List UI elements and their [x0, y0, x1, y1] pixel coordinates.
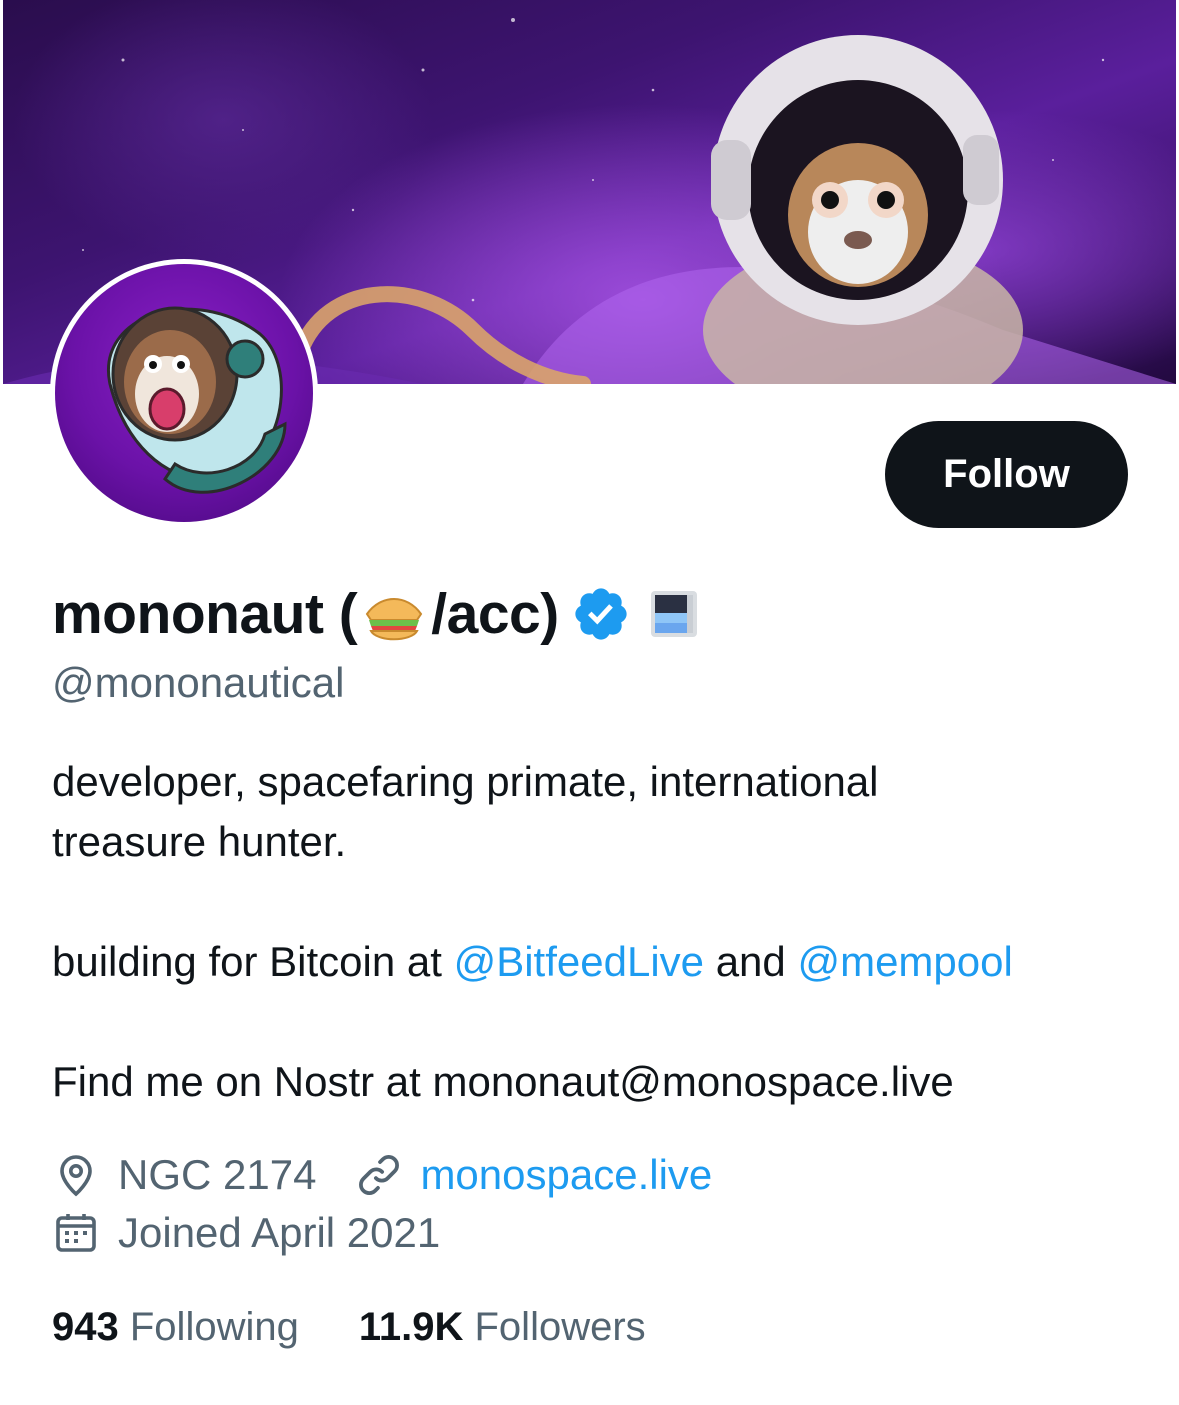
profile-website-link[interactable]: monospace.live	[420, 1151, 712, 1199]
display-name: mononaut ( /acc)	[52, 580, 699, 648]
bio-line-3: Find me on Nostr at mononaut@monospace.l…	[52, 1058, 954, 1105]
affiliate-flag-icon[interactable]	[649, 589, 699, 639]
profile-meta-row-1: NGC 2174 monospace.live	[52, 1150, 712, 1200]
profile-handle: @mononautical	[52, 659, 345, 706]
mention-mempool[interactable]: @mempool	[797, 938, 1012, 985]
mention-bitfeedlive[interactable]: @BitfeedLive	[454, 938, 704, 985]
follow-button[interactable]: Follow	[885, 421, 1128, 528]
bio-line-2: building for Bitcoin at @BitfeedLive and…	[52, 932, 1132, 992]
calendar-icon	[56, 1214, 96, 1252]
profile-bio: developer, spacefaring primate, internat…	[52, 752, 1132, 1112]
bio-line-1: developer, spacefaring primate, internat…	[52, 758, 879, 865]
followers-link[interactable]: 11.9K Followers	[359, 1305, 646, 1350]
location-pin-icon	[60, 1155, 92, 1197]
profile-location: NGC 2174	[118, 1151, 317, 1198]
link-icon	[359, 1155, 400, 1195]
sandwich-emoji-icon	[366, 598, 423, 641]
followers-count: 11.9K	[358, 1305, 464, 1349]
avatar-image	[55, 264, 313, 522]
profile-meta-row-2: Joined April 2021	[52, 1209, 440, 1257]
bio-line-2-middle: and	[704, 938, 798, 985]
followers-label: Followers	[474, 1305, 646, 1349]
following-label: Following	[129, 1305, 299, 1349]
profile-stats: 943 Following 11.9K Followers	[52, 1305, 646, 1350]
display-name-suffix: /acc)	[431, 582, 559, 646]
display-name-prefix: mononaut (	[52, 582, 358, 646]
bio-line-2-prefix: building for Bitcoin at	[52, 938, 454, 985]
following-link[interactable]: 943 Following	[52, 1305, 299, 1350]
profile-joined-date: Joined April 2021	[118, 1209, 441, 1256]
verified-badge-icon[interactable]	[571, 584, 631, 644]
following-count: 943	[52, 1305, 119, 1349]
profile-avatar[interactable]	[50, 259, 318, 527]
